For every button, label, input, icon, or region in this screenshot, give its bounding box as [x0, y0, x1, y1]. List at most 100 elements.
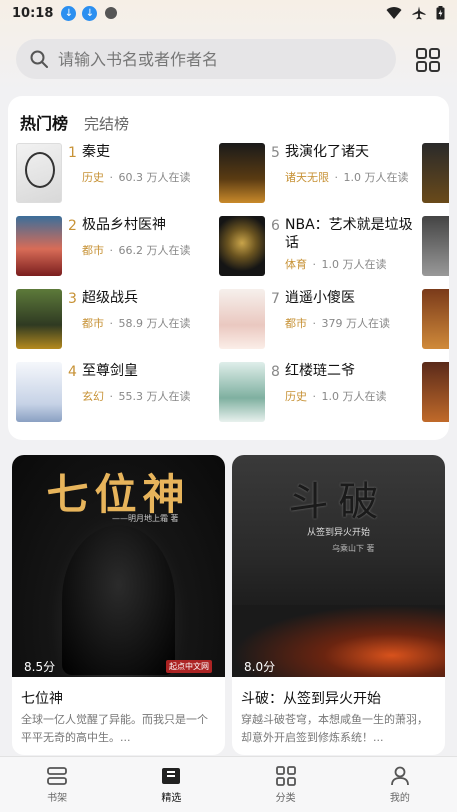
search-bar[interactable]: [16, 39, 396, 79]
ranking-item[interactable]: 8 红楼琏二爷 历史 · 1.0 万人在读: [219, 362, 424, 424]
book-genre: 都市: [285, 317, 307, 330]
book-genre: 历史: [285, 390, 307, 403]
book-title: 红楼琏二爷: [285, 363, 355, 379]
book-meta: 都市 · 66.2 万人在读: [82, 244, 191, 257]
book-genre: 都市: [82, 317, 104, 330]
book-readers: 379 万人在读: [321, 317, 391, 330]
search-icon: [30, 50, 48, 68]
book-genre: 历史: [82, 171, 104, 184]
cover-author: 乌乘山下 著: [332, 544, 375, 553]
featured-book-title: 七位神: [21, 691, 63, 707]
cover-badge: 起点中文网: [166, 660, 212, 673]
book-readers: 60.3 万人在读: [118, 171, 191, 184]
character-silhouette: [62, 525, 175, 675]
book-title: 逍遥小傻医: [285, 290, 355, 306]
tab-hot-ranking[interactable]: 热门榜: [20, 110, 68, 134]
rank-number: 5: [271, 145, 280, 161]
featured-book-icon: [162, 767, 181, 784]
bottom-nav: 书架 精选 分类 我的: [0, 756, 457, 812]
book-title: 至尊剑皇: [82, 363, 138, 379]
ranking-item[interactable]: 6 NBA：艺术就是垃圾话 体育 · 1.0 万人在读: [219, 216, 424, 278]
book-cover: [219, 289, 265, 349]
ranking-item[interactable]: 5 我演化了诸天 诸天无限 · 1.0 万人在读: [219, 143, 424, 205]
search-input[interactable]: [58, 49, 382, 69]
rank-number: 2: [68, 218, 77, 234]
book-meta: 体育 · 1.0 万人在读: [285, 258, 387, 271]
book-genre: 诸天无限: [285, 171, 329, 184]
featured-book-title: 斗破：从签到异火开始: [241, 691, 381, 707]
nav-label: 我的: [389, 792, 410, 804]
status-right: [386, 6, 445, 20]
book-genre: 体育: [285, 258, 307, 271]
nav-bookshelf[interactable]: 书架: [0, 757, 114, 812]
book-cover: [16, 362, 62, 422]
featured-book-card[interactable]: 七位神 ——明月地上霜 著 起点中文网 8.5分 七位神 全球一亿人觉醒了异能。…: [12, 455, 225, 755]
book-cover: [16, 216, 62, 276]
book-score: 8.0分: [244, 660, 276, 674]
nav-category[interactable]: 分类: [229, 757, 343, 812]
book-title: 极品乡村医神: [82, 217, 166, 233]
cover-subtitle: 从签到异火开始: [306, 528, 370, 538]
book-readers: 1.0 万人在读: [321, 390, 387, 403]
grid-menu-icon[interactable]: [414, 46, 442, 74]
ranking-item[interactable]: 2 极品乡村医神 都市 · 66.2 万人在读: [16, 216, 221, 278]
book-readers: 55.3 万人在读: [118, 390, 191, 403]
book-cover: [16, 289, 62, 349]
book-genre: 玄幻: [82, 390, 104, 403]
book-genre: 都市: [82, 244, 104, 257]
nav-profile[interactable]: 我的: [343, 757, 457, 812]
book-cover-partial[interactable]: [422, 289, 449, 349]
nav-label: 精选: [161, 792, 182, 804]
book-cover-partial[interactable]: [422, 143, 449, 203]
featured-book-desc: 穿越斗破苍穹，本想咸鱼一生的萧羽，却意外开启签到修炼系统！...: [241, 713, 428, 744]
rank-number: 7: [271, 291, 280, 307]
status-bar: 10:18 ↓ ↓: [0, 0, 457, 26]
featured-cover: 斗破 从签到异火开始 乌乘山下 著: [232, 455, 445, 677]
nav-featured[interactable]: 精选: [114, 757, 228, 812]
featured-book-desc: 全球一亿人觉醒了异能。而我只是一个平平无奇的高中生。...: [21, 713, 208, 744]
ranking-tabs: 热门榜 完结榜: [20, 110, 129, 134]
download-notification-icon: ↓: [82, 5, 98, 21]
book-readers: 58.9 万人在读: [118, 317, 191, 330]
rank-number: 3: [68, 291, 77, 307]
book-meta: 历史 · 60.3 万人在读: [82, 171, 191, 184]
book-title: 我演化了诸天: [285, 144, 369, 160]
wifi-icon: [386, 7, 402, 20]
rank-number: 4: [68, 364, 77, 380]
book-meta: 诸天无限 · 1.0 万人在读: [285, 171, 409, 184]
book-cover: [16, 143, 62, 203]
profile-icon: [390, 766, 409, 785]
book-title: NBA：艺术就是垃圾话: [285, 217, 413, 251]
nav-label: 分类: [275, 792, 296, 804]
ranking-card: 热门榜 完结榜 1 秦吏 历史 · 60.3 万人在读 2 极品乡村医神 都市 …: [8, 96, 449, 440]
book-readers: 1.0 万人在读: [343, 171, 409, 184]
bookshelf-icon: [47, 766, 68, 785]
book-cover-partial[interactable]: [422, 362, 449, 422]
rank-number: 6: [271, 218, 280, 234]
nav-label: 书架: [47, 792, 68, 804]
book-score: 8.5分: [24, 660, 56, 674]
book-cover-partial[interactable]: [422, 216, 449, 276]
cover-author: ——明月地上霜 著: [112, 514, 179, 523]
ranking-item[interactable]: 4 至尊剑皇 玄幻 · 55.3 万人在读: [16, 362, 221, 424]
notification-dot-icon: [105, 7, 118, 19]
book-cover: [219, 362, 265, 422]
book-meta: 都市 · 379 万人在读: [285, 317, 391, 330]
category-grid-icon: [275, 765, 296, 786]
book-title: 秦吏: [82, 144, 110, 160]
book-readers: 1.0 万人在读: [321, 258, 387, 271]
book-title: 超级战兵: [82, 290, 138, 306]
featured-book-card[interactable]: 斗破 从签到异火开始 乌乘山下 著 8.0分 斗破：从签到异火开始 穿越斗破苍穹…: [232, 455, 445, 755]
featured-cover: 七位神 ——明月地上霜 著 起点中文网: [12, 455, 225, 677]
tab-completed-ranking[interactable]: 完结榜: [84, 113, 129, 134]
book-meta: 玄幻 · 55.3 万人在读: [82, 390, 191, 403]
book-meta: 历史 · 1.0 万人在读: [285, 390, 387, 403]
cover-title: 斗破: [288, 479, 389, 525]
book-cover: [219, 143, 265, 203]
ranking-item[interactable]: 7 逍遥小傻医 都市 · 379 万人在读: [219, 289, 424, 351]
ranking-item[interactable]: 3 超级战兵 都市 · 58.9 万人在读: [16, 289, 221, 351]
book-meta: 都市 · 58.9 万人在读: [82, 317, 191, 330]
airplane-mode-icon: [412, 6, 426, 20]
ranking-item[interactable]: 1 秦吏 历史 · 60.3 万人在读: [16, 143, 221, 205]
battery-icon: [436, 6, 445, 20]
